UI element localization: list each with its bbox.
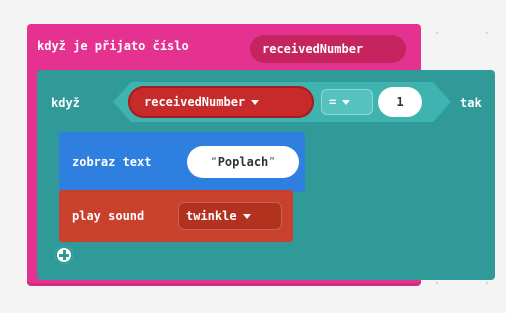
number-value: 1 <box>396 95 404 109</box>
number-input[interactable]: 1 <box>378 87 422 117</box>
sound-dropdown[interactable]: twinkle <box>178 202 282 230</box>
radio-event-label: když je přijato číslo <box>37 39 189 53</box>
chevron-down-icon <box>251 99 260 105</box>
text-input[interactable]: “ Poplach ” <box>187 146 299 178</box>
received-number-param-label: receivedNumber <box>262 42 364 56</box>
if-label: když <box>51 96 80 110</box>
chevron-down-icon <box>342 99 351 105</box>
blocks-workspace[interactable]: když je přijato číslo receivedNumber kdy… <box>0 0 506 313</box>
operator-label: = <box>329 95 337 109</box>
plus-circle-icon[interactable] <box>55 246 73 264</box>
variable-dropdown-label: receivedNumber <box>144 95 246 109</box>
open-quote-icon: “ <box>211 156 217 167</box>
close-quote-icon: ” <box>269 156 275 167</box>
then-label: tak <box>460 96 482 110</box>
chevron-down-icon <box>242 213 251 219</box>
received-number-param[interactable]: receivedNumber <box>250 35 406 63</box>
sound-dropdown-label: twinkle <box>186 209 237 223</box>
play-sound-label: play sound <box>72 209 145 223</box>
variable-dropdown[interactable]: receivedNumber <box>128 86 314 118</box>
operator-dropdown[interactable]: = <box>321 89 373 115</box>
show-string-label: zobraz text <box>72 155 152 169</box>
text-value: Poplach <box>217 155 269 169</box>
